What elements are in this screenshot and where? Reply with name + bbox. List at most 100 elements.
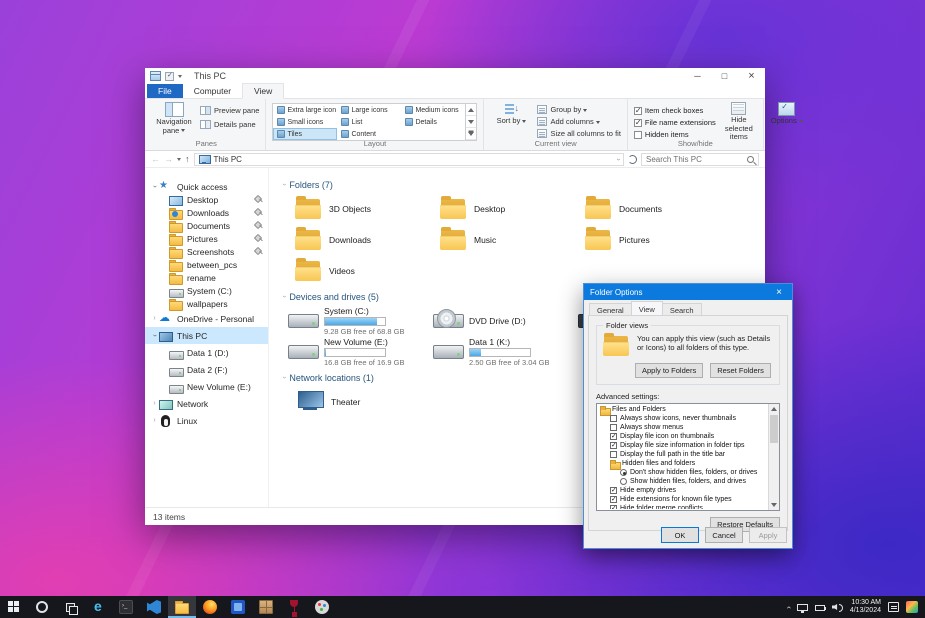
- setting-row[interactable]: Always show icons, never thumbnails: [598, 414, 767, 423]
- setting-control-icon[interactable]: [620, 478, 627, 485]
- details-pane-button[interactable]: Details pane: [200, 119, 259, 130]
- taskbar-app-button[interactable]: [168, 596, 196, 618]
- sidebar-item[interactable]: New Volume (E:): [145, 378, 268, 395]
- setting-row[interactable]: Hidden files and folders: [598, 459, 767, 470]
- sort-by-button[interactable]: Sort by: [490, 102, 532, 137]
- network-location-tile[interactable]: Theater: [283, 386, 428, 417]
- drive-tile[interactable]: Data 1 (K:) 2.50 GB free of 3.04 GB: [428, 336, 573, 367]
- address-breadcrumb[interactable]: This PC: [193, 152, 624, 166]
- setting-control-icon[interactable]: [610, 486, 617, 494]
- ribbon-tab[interactable]: View: [242, 83, 285, 99]
- display-tray-icon[interactable]: [796, 603, 808, 613]
- sidebar-item[interactable]: Data 1 (D:): [145, 344, 268, 361]
- add-columns-button[interactable]: Add columns: [537, 117, 620, 126]
- scrollbar-thumb[interactable]: [770, 415, 778, 443]
- setting-control-icon[interactable]: [610, 441, 617, 449]
- close-button[interactable]: [738, 68, 765, 84]
- layout-option[interactable]: Details: [401, 116, 465, 128]
- taskbar-app-button[interactable]: [224, 596, 252, 618]
- setting-row[interactable]: Don't show hidden files, folders, or dri…: [598, 468, 767, 477]
- setting-control-icon[interactable]: [610, 415, 617, 422]
- layout-option[interactable]: Extra large icons: [273, 104, 337, 116]
- sidebar-item[interactable]: Network: [145, 395, 268, 412]
- preview-pane-button[interactable]: Preview pane: [200, 105, 259, 116]
- gallery-scroll-down-button[interactable]: [466, 116, 477, 128]
- layout-option[interactable]: Large icons: [337, 104, 401, 116]
- sidebar-item[interactable]: This PC: [145, 327, 268, 344]
- setting-control-icon[interactable]: [610, 504, 617, 509]
- battery-tray-icon[interactable]: [814, 605, 827, 611]
- sidebar-item[interactable]: between_pcs: [145, 258, 268, 272]
- breadcrumb-location[interactable]: This PC: [214, 155, 242, 164]
- show-hide-checkbox-row[interactable]: File name extensions: [633, 118, 716, 127]
- sidebar-item[interactable]: Desktop: [145, 193, 268, 206]
- folder-tile[interactable]: Desktop: [428, 193, 573, 224]
- volume-tray-icon[interactable]: [832, 602, 843, 612]
- taskbar-app-button[interactable]: [84, 596, 112, 618]
- section-header-folders[interactable]: Folders (7): [283, 178, 765, 191]
- expand-chevron-icon[interactable]: [151, 331, 158, 340]
- sidebar-item[interactable]: OneDrive - Personal: [145, 310, 268, 327]
- folder-tile[interactable]: Videos: [283, 255, 428, 286]
- titlebar[interactable]: This PC: [145, 68, 765, 84]
- apply-to-folders-button[interactable]: Apply to Folders: [635, 363, 704, 378]
- apply-button[interactable]: Apply: [749, 527, 787, 543]
- navigation-pane-button[interactable]: Navigation pane: [153, 102, 195, 137]
- setting-row[interactable]: Hide empty drives: [598, 486, 767, 495]
- taskbar-app-button[interactable]: [28, 596, 56, 618]
- up-button[interactable]: [185, 155, 190, 164]
- drive-tile[interactable]: New Volume (E:) 16.8 GB free of 16.9 GB: [283, 336, 428, 367]
- show-hidden-icons-chevron-icon[interactable]: [784, 606, 793, 609]
- collapse-chevron-icon[interactable]: [281, 183, 288, 185]
- setting-row[interactable]: Display file size information in folder …: [598, 441, 767, 450]
- ribbon-tab[interactable]: Computer: [183, 84, 242, 98]
- sidebar-item[interactable]: Quick access: [145, 180, 268, 193]
- sidebar-item[interactable]: Pictures: [145, 232, 268, 246]
- dialog-close-button[interactable]: [766, 284, 792, 300]
- options-button[interactable]: Options: [770, 102, 804, 137]
- qat-customize-chevron-icon[interactable]: [178, 74, 182, 78]
- drive-tile[interactable]: DVD Drive (D:): [428, 305, 573, 336]
- taskbar-app-button[interactable]: [140, 596, 168, 618]
- checkbox-icon[interactable]: [633, 130, 642, 139]
- dialog-titlebar[interactable]: Folder Options: [584, 284, 792, 300]
- folder-tile[interactable]: Documents: [573, 193, 718, 224]
- scroll-up-button[interactable]: [769, 404, 779, 414]
- address-dropdown-chevron-icon[interactable]: [614, 158, 621, 160]
- taskbar-app-button[interactable]: [196, 596, 224, 618]
- layout-option[interactable]: Small icons: [273, 116, 337, 128]
- sidebar-item[interactable]: Downloads: [145, 206, 268, 220]
- sidebar-item[interactable]: Documents: [145, 219, 268, 233]
- dialog-tab[interactable]: General: [589, 303, 632, 315]
- taskbar-app-button[interactable]: [280, 596, 308, 618]
- start-button[interactable]: [0, 596, 28, 618]
- expand-chevron-icon[interactable]: [150, 315, 159, 322]
- sidebar-item[interactable]: System (C:): [145, 284, 268, 298]
- reset-folders-button[interactable]: Reset Folders: [710, 363, 771, 378]
- recent-locations-chevron-icon[interactable]: [177, 157, 181, 161]
- setting-control-icon[interactable]: [620, 469, 627, 476]
- sidebar-item[interactable]: Screenshots: [145, 245, 268, 259]
- layout-option[interactable]: List: [337, 116, 401, 128]
- setting-row[interactable]: Hide folder merge conflicts: [598, 504, 767, 509]
- cancel-button[interactable]: Cancel: [705, 527, 743, 543]
- setting-row[interactable]: Display file icon on thumbnails: [598, 432, 767, 441]
- ribbon-tab[interactable]: File: [147, 84, 183, 98]
- setting-row[interactable]: Files and Folders: [598, 405, 767, 416]
- action-center-icon[interactable]: [888, 602, 899, 612]
- taskbar-app-button[interactable]: [308, 596, 336, 618]
- setting-row[interactable]: Show hidden files, folders, and drives: [598, 477, 767, 486]
- refresh-icon[interactable]: [628, 154, 637, 164]
- taskbar-app-button[interactable]: [252, 596, 280, 618]
- setting-control-icon[interactable]: [610, 424, 617, 431]
- tray-app-icon[interactable]: [906, 601, 918, 613]
- scroll-down-button[interactable]: [769, 500, 779, 510]
- folder-tile[interactable]: 3D Objects: [283, 193, 428, 224]
- sidebar-item[interactable]: Linux: [145, 412, 268, 429]
- qat-properties-icon[interactable]: [165, 71, 174, 81]
- expand-chevron-icon[interactable]: [150, 400, 159, 407]
- setting-control-icon[interactable]: [600, 405, 611, 416]
- list-scrollbar[interactable]: [768, 404, 779, 510]
- expand-chevron-icon[interactable]: [150, 417, 159, 424]
- setting-control-icon[interactable]: [610, 459, 621, 470]
